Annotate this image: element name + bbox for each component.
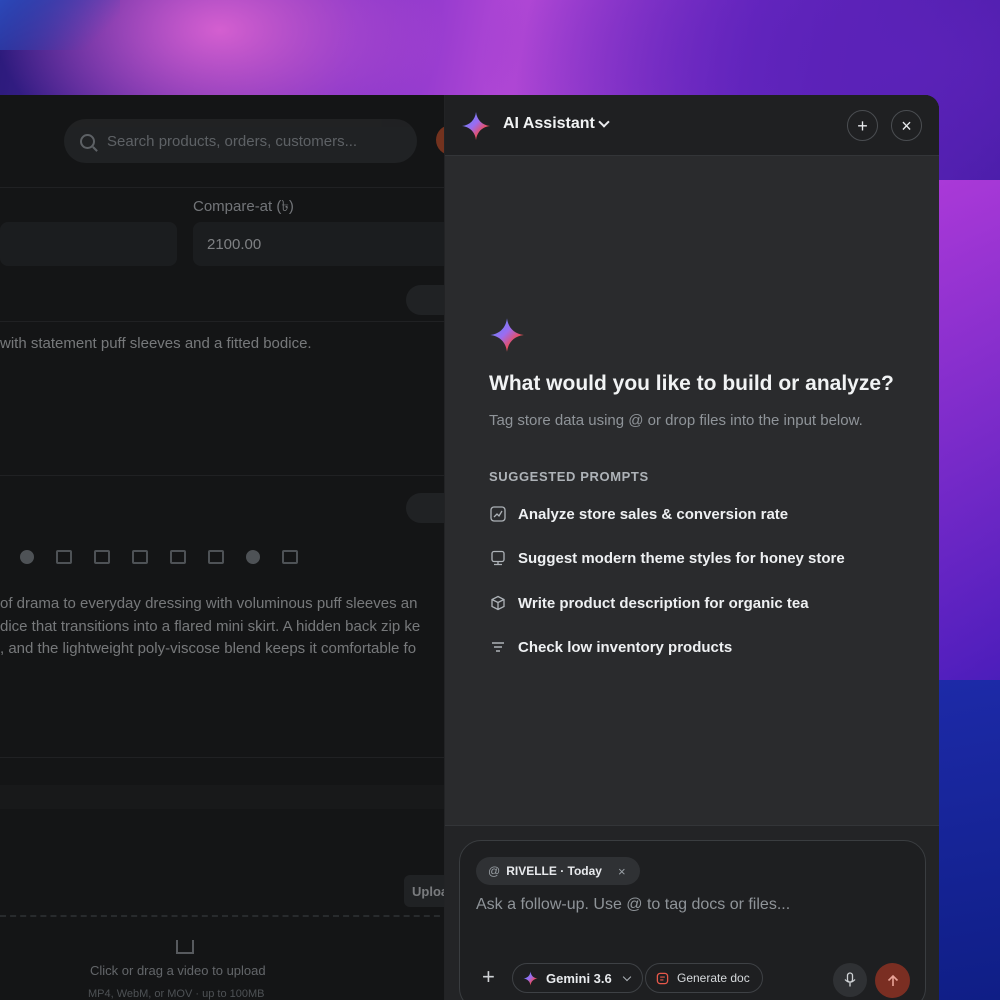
align-right-icon[interactable] xyxy=(208,550,224,564)
send-button[interactable] xyxy=(875,963,910,998)
suggested-prompt-label: Check low inventory products xyxy=(518,638,733,656)
chevron-down-icon[interactable] xyxy=(598,116,610,128)
long-description-line[interactable]: of drama to everyday dressing with volum… xyxy=(0,595,417,612)
divider xyxy=(0,187,450,188)
image-icon[interactable] xyxy=(282,550,298,564)
composer-area: @ RIVELLE · Today × + Gemini 3.6 Generat… xyxy=(445,825,939,1000)
align-left-icon[interactable] xyxy=(132,550,148,564)
close-button[interactable]: × xyxy=(891,110,922,141)
price-input[interactable] xyxy=(0,222,177,266)
suggested-prompt-label: Write product description for organic te… xyxy=(518,594,809,612)
short-description[interactable]: with statement puff sleeves and a fitted… xyxy=(0,335,312,352)
filter-icon xyxy=(489,639,506,656)
context-chip-label: RIVELLE · Today xyxy=(506,864,602,878)
search-icon xyxy=(80,133,95,149)
chevron-down-icon xyxy=(622,972,631,981)
suggested-prompt[interactable]: Check low inventory products xyxy=(489,635,732,659)
doc-icon xyxy=(656,972,669,984)
microphone-button[interactable] xyxy=(833,963,867,997)
gemini-sparkle-icon xyxy=(523,971,538,985)
model-selector[interactable]: Gemini 3.6 xyxy=(512,963,643,993)
wallpaper-swoosh-lower xyxy=(930,680,1000,1000)
upload-icon xyxy=(176,940,194,954)
wallpaper-highlight xyxy=(0,0,120,50)
suggested-prompts-label: SUGGESTED PROMPTS xyxy=(489,469,649,484)
model-name: Gemini 3.6 xyxy=(546,970,612,986)
editor-toolbar xyxy=(0,535,450,579)
chart-icon xyxy=(489,506,506,523)
suggested-prompt[interactable]: Analyze store sales & conversion rate xyxy=(489,502,788,526)
generate-doc-button[interactable]: Generate doc xyxy=(645,963,763,993)
prompt-input[interactable] xyxy=(476,896,896,914)
long-description-line[interactable]: , and the lightweight poly-viscose blend… xyxy=(0,640,416,657)
microphone-icon xyxy=(844,972,856,987)
arrow-up-icon xyxy=(887,974,898,986)
new-chat-button[interactable]: + xyxy=(847,110,878,141)
chip-close-icon[interactable]: × xyxy=(618,864,626,879)
search-bar[interactable]: Search products, orders, customers... xyxy=(64,119,417,163)
wallpaper-swoosh xyxy=(930,180,1000,700)
box-icon xyxy=(489,595,506,612)
search-placeholder: Search products, orders, customers... xyxy=(107,132,358,150)
panel-header: AI Assistant + × xyxy=(445,95,939,156)
dropzone-border xyxy=(0,915,450,917)
long-description-line[interactable]: dice that transitions into a flared mini… xyxy=(0,618,420,635)
align-center-icon[interactable] xyxy=(170,550,186,564)
gemini-sparkle-icon xyxy=(490,318,524,352)
suggested-prompt-label: Suggest modern theme styles for honey st… xyxy=(518,549,845,567)
suggested-prompt[interactable]: Suggest modern theme styles for honey st… xyxy=(489,546,845,570)
compare-at-label: Compare-at (৳) xyxy=(193,198,294,215)
generate-doc-label: Generate doc xyxy=(677,971,750,985)
attach-button[interactable]: + xyxy=(482,966,495,988)
numbered-list-icon[interactable] xyxy=(94,550,110,564)
suggested-prompt-label: Analyze store sales & conversion rate xyxy=(518,505,789,523)
gemini-sparkle-icon xyxy=(462,112,490,140)
welcome-heading: What would you like to build or analyze? xyxy=(489,372,894,395)
theme-icon xyxy=(489,550,506,567)
divider xyxy=(0,757,450,758)
welcome-subheading: Tag store data using @ or drop files int… xyxy=(489,412,863,429)
context-chip[interactable]: @ RIVELLE · Today × xyxy=(476,857,640,885)
color-icon[interactable] xyxy=(20,550,34,564)
panel-title[interactable]: AI Assistant xyxy=(503,115,595,133)
composer-box[interactable]: @ RIVELLE · Today × + Gemini 3.6 Generat… xyxy=(459,840,926,1000)
suggested-prompt[interactable]: Write product description for organic te… xyxy=(489,591,809,615)
divider xyxy=(0,321,450,322)
link-icon[interactable] xyxy=(246,550,260,564)
compare-at-input[interactable]: 2100.00 xyxy=(193,222,453,266)
ai-assistant-panel: AI Assistant + × What would you like to … xyxy=(444,95,939,1000)
divider xyxy=(0,475,450,476)
section-band xyxy=(0,785,450,809)
bullet-list-icon[interactable] xyxy=(56,550,72,564)
at-icon: @ xyxy=(488,864,501,878)
upload-subtext: MP4, WebM, or MOV · up to 100MB xyxy=(88,988,265,1000)
upload-text[interactable]: Click or drag a video to upload xyxy=(90,963,266,978)
